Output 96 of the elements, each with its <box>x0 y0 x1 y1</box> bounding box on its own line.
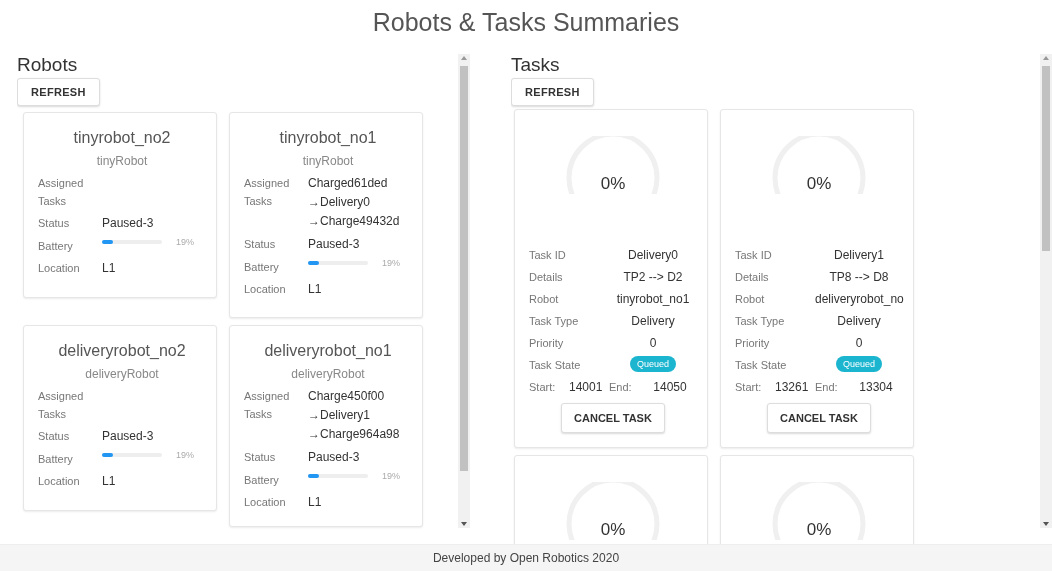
field-value: Paused-3 <box>102 215 155 232</box>
section-heading: Tasks <box>511 54 561 76</box>
battery-percent: 19% <box>176 450 194 460</box>
task-entry: Charge450f00 <box>308 388 386 405</box>
progress-percent: 0% <box>805 520 833 540</box>
field-value: Paused-3 <box>308 449 361 466</box>
refresh-button[interactable]: REFRESH <box>17 78 100 106</box>
scroll-down-icon[interactable] <box>1043 522 1049 526</box>
field-label: Robot <box>529 292 560 307</box>
field-label: Battery <box>244 260 280 275</box>
task-entry: →Delivery0 <box>308 194 371 211</box>
field-label: Details <box>529 270 564 285</box>
field-label: Battery <box>244 473 280 488</box>
field-value: tinyrobot_no1 <box>615 291 691 308</box>
field-label: Status <box>244 450 277 465</box>
field-label: Priority <box>529 336 565 351</box>
state-badge: Queued <box>836 356 882 372</box>
field-label: Start: <box>735 380 763 395</box>
field-value: Paused-3 <box>102 428 155 445</box>
field-value: 0 <box>648 335 658 352</box>
battery-percent: 19% <box>382 471 400 481</box>
progress-percent: 0% <box>805 174 833 194</box>
field-label: End: <box>609 380 633 395</box>
field-label: Location <box>38 261 81 276</box>
field-value: Delivery0 <box>627 247 679 264</box>
field-label: Task Type <box>735 314 786 329</box>
progress-percent: 0% <box>599 520 627 540</box>
field-value: Delivery <box>630 313 676 330</box>
field-value: L1 <box>102 260 117 277</box>
field-label: Assigned <box>38 389 85 404</box>
field-label: Task Type <box>529 314 580 329</box>
robot-model: deliveryRobot <box>84 367 160 381</box>
field-label: Details <box>735 270 770 285</box>
field-value: Delivery1 <box>833 247 885 264</box>
robot-name: tinyrobot_no1 <box>278 129 378 147</box>
field-label: Priority <box>735 336 771 351</box>
end-time: 13304 <box>858 379 894 396</box>
field-label: Task ID <box>735 248 773 263</box>
robot-model: deliveryRobot <box>290 367 366 381</box>
field-label: Location <box>244 282 287 297</box>
end-time: 14050 <box>652 379 688 396</box>
field-label: Tasks <box>38 194 68 209</box>
field-label: Tasks <box>244 194 274 209</box>
robot-name: tinyrobot_no2 <box>72 129 172 147</box>
field-label: Start: <box>529 380 557 395</box>
field-label: Battery <box>38 239 74 254</box>
field-label: Tasks <box>244 407 274 422</box>
robot-model: tinyRobot <box>95 154 149 168</box>
field-value: Delivery <box>836 313 882 330</box>
battery-percent: 19% <box>176 237 194 247</box>
cancel-task-button[interactable]: CANCEL TASK <box>767 403 871 433</box>
field-label: Status <box>38 429 71 444</box>
battery-percent: 19% <box>382 258 400 268</box>
field-label: Battery <box>38 452 74 467</box>
field-value: L1 <box>308 281 323 298</box>
field-value: TP2 --> D2 <box>622 269 684 286</box>
task-entry: Charged61ded <box>308 175 389 192</box>
task-entry: →Delivery1 <box>308 407 371 424</box>
page-title: Robots & Tasks Summaries <box>371 8 681 38</box>
field-value: L1 <box>308 494 323 511</box>
field-label: Tasks <box>38 407 68 422</box>
task-entry: →Charge964a98 <box>308 426 401 443</box>
field-label: Assigned <box>244 176 291 191</box>
task-entry: →Charge49432d <box>308 213 401 230</box>
field-label: Location <box>244 495 287 510</box>
scroll-down-icon[interactable] <box>461 522 467 526</box>
field-label: Task State <box>529 358 582 373</box>
field-label: Robot <box>735 292 766 307</box>
scrollbar[interactable] <box>1040 54 1052 528</box>
robot-model: tinyRobot <box>301 154 355 168</box>
field-value: TP8 --> D8 <box>828 269 890 286</box>
robot-name: deliveryrobot_no2 <box>57 342 187 360</box>
field-label: Task State <box>735 358 788 373</box>
progress-percent: 0% <box>599 174 627 194</box>
field-label: Assigned <box>38 176 85 191</box>
field-label: End: <box>815 380 839 395</box>
field-value: deliveryrobot_no <box>815 291 904 308</box>
scroll-up-icon[interactable] <box>461 56 467 60</box>
field-label: Assigned <box>244 389 291 404</box>
scrollbar[interactable] <box>458 54 470 528</box>
field-value: Paused-3 <box>308 236 361 253</box>
state-badge: Queued <box>630 356 676 372</box>
scroll-up-icon[interactable] <box>1043 56 1049 60</box>
field-label: Location <box>38 474 81 489</box>
start-time: 13261 <box>775 379 810 396</box>
cancel-task-button[interactable]: CANCEL TASK <box>561 403 665 433</box>
field-label: Status <box>38 216 71 231</box>
field-value: 0 <box>854 335 864 352</box>
refresh-button[interactable]: REFRESH <box>511 78 594 106</box>
footer-text: Developed by Open Robotics 2020 <box>432 551 620 565</box>
field-label: Status <box>244 237 277 252</box>
start-time: 14001 <box>569 379 604 396</box>
field-label: Task ID <box>529 248 567 263</box>
robot-name: deliveryrobot_no1 <box>263 342 393 360</box>
field-value: L1 <box>102 473 117 490</box>
section-heading: Robots <box>17 54 79 76</box>
